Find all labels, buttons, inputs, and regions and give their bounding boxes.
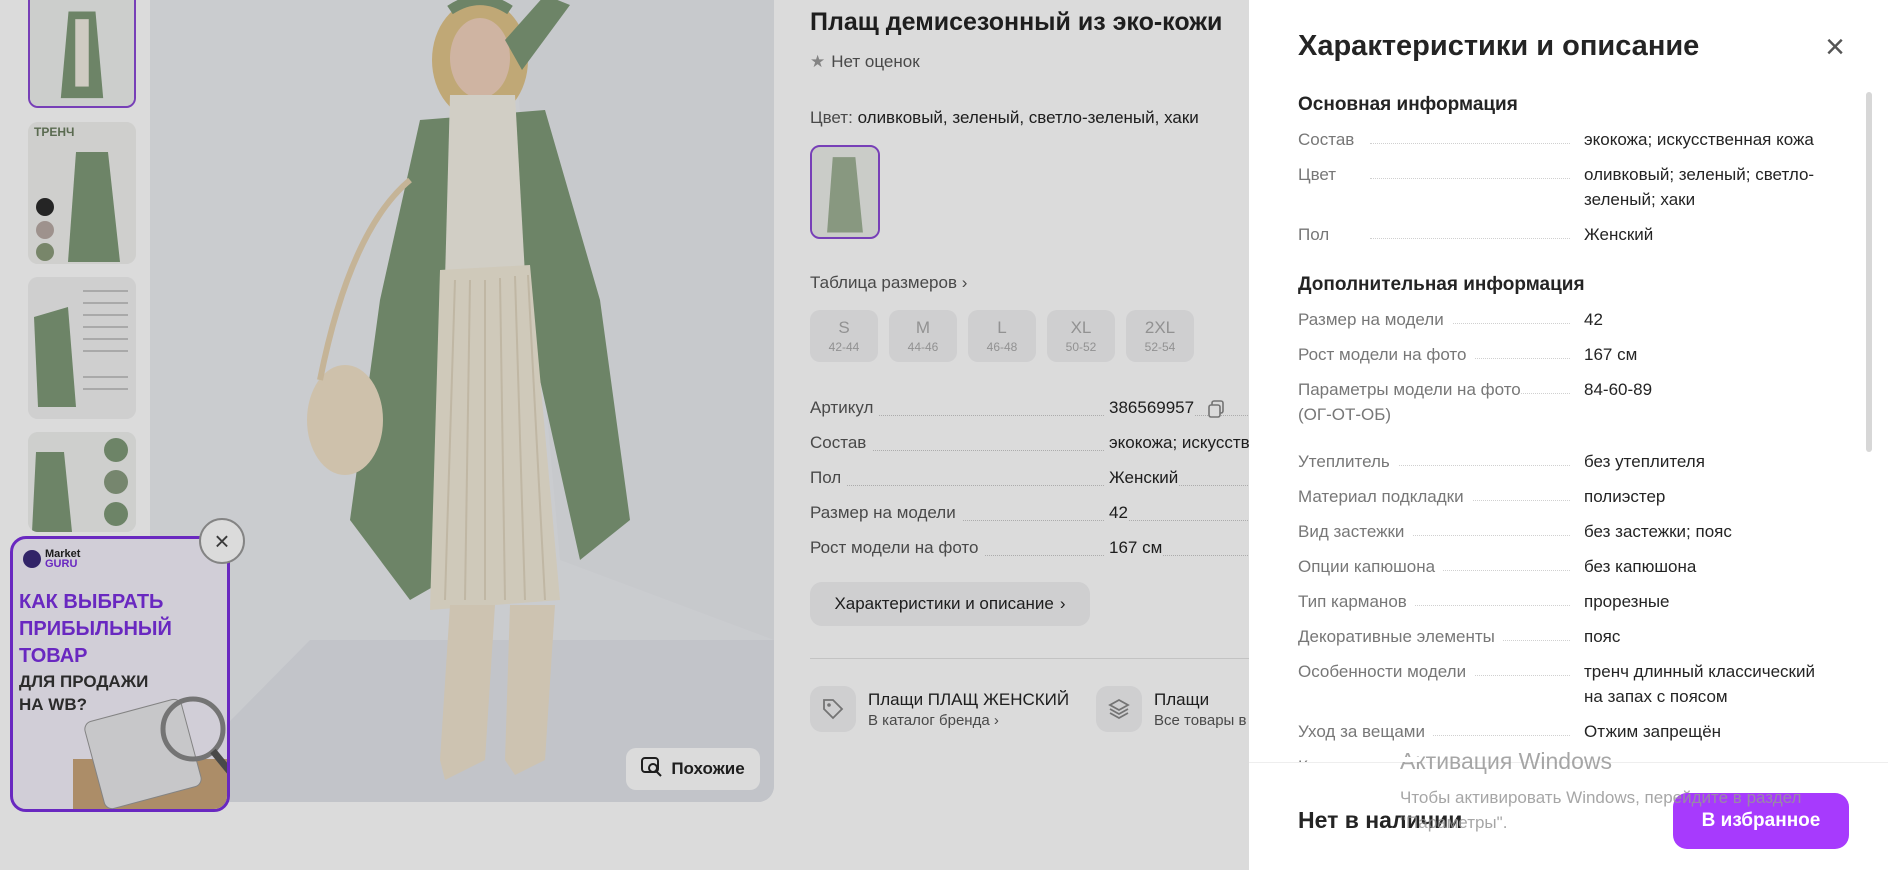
characteristic-key: Уход за вещами: [1298, 722, 1433, 741]
characteristic-key: Комплектация: [1298, 757, 1419, 762]
characteristic-key: Размер на модели: [1298, 310, 1452, 329]
drawer-content[interactable]: Основная информация Состав экокожа; искусс…: [1298, 90, 1838, 762]
characteristic-key: Утеплитель: [1298, 452, 1398, 471]
characteristic-value: 84-60-89: [1584, 380, 1653, 399]
characteristic-value: без утеплителя: [1584, 452, 1705, 471]
characteristic-key: Декоративные элементы: [1298, 627, 1503, 646]
close-icon: ×: [1825, 28, 1845, 66]
characteristic-value: 42: [1584, 310, 1603, 329]
characteristic-key: Цвет: [1298, 165, 1345, 184]
add-to-favorites-button[interactable]: В избранное: [1673, 793, 1849, 849]
characteristic-value: прорезные: [1584, 592, 1670, 611]
drawer-footer: Нет в наличии В избранное: [1249, 762, 1888, 870]
characteristic-key: Рост модели на фото: [1298, 345, 1475, 364]
characteristic-value: оливковый; зеленый; светло-зеленый; хаки: [1584, 165, 1815, 209]
section-heading: Дополнительная информация: [1298, 274, 1585, 295]
characteristic-key: Особенности модели: [1298, 662, 1475, 681]
characteristic-value: 167 см: [1584, 345, 1638, 364]
characteristic-key: Пол: [1298, 225, 1338, 244]
characteristic-value: полиэстер: [1584, 487, 1666, 506]
characteristic-value: плащ с поясом: [1584, 754, 1838, 762]
characteristic-key: Тип карманов: [1298, 592, 1415, 611]
characteristic-key: Параметры модели на фото (ОГ-ОТ-ОБ): [1298, 380, 1521, 424]
characteristic-key: Состав: [1298, 130, 1363, 149]
availability-status: Нет в наличии: [1298, 807, 1463, 833]
characteristics-drawer: Характеристики и описание × Основная инф…: [1249, 0, 1888, 870]
drawer-title: Характеристики и описание: [1298, 30, 1700, 62]
characteristic-value: Женский: [1584, 225, 1654, 244]
close-drawer-button[interactable]: ×: [1819, 30, 1851, 64]
characteristic-key: Опции капюшона: [1298, 557, 1444, 576]
section-heading: Основная информация: [1298, 94, 1518, 115]
characteristic-value: экокожа; искусственная кожа: [1584, 130, 1814, 149]
characteristic-key: Вид застежки: [1298, 522, 1413, 541]
characteristic-key: Материал подкладки: [1298, 487, 1472, 506]
characteristic-value: тренч длинный классический на запах с по…: [1584, 662, 1815, 706]
scrollbar[interactable]: [1866, 92, 1872, 452]
characteristic-value: без капюшона: [1584, 557, 1697, 576]
characteristic-value: без застежки; пояс: [1584, 522, 1732, 541]
characteristic-value: пояс: [1584, 627, 1621, 646]
characteristic-value: Отжим запрещён: [1584, 722, 1722, 741]
